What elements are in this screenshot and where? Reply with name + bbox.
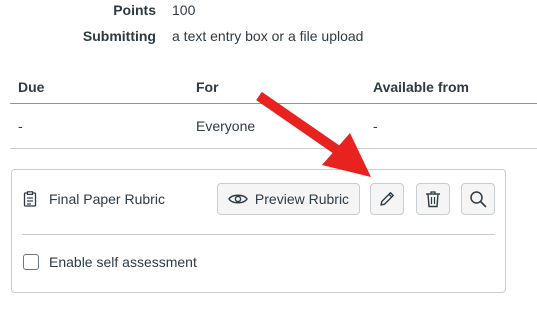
- annotation-arrow-icon: [256, 91, 371, 177]
